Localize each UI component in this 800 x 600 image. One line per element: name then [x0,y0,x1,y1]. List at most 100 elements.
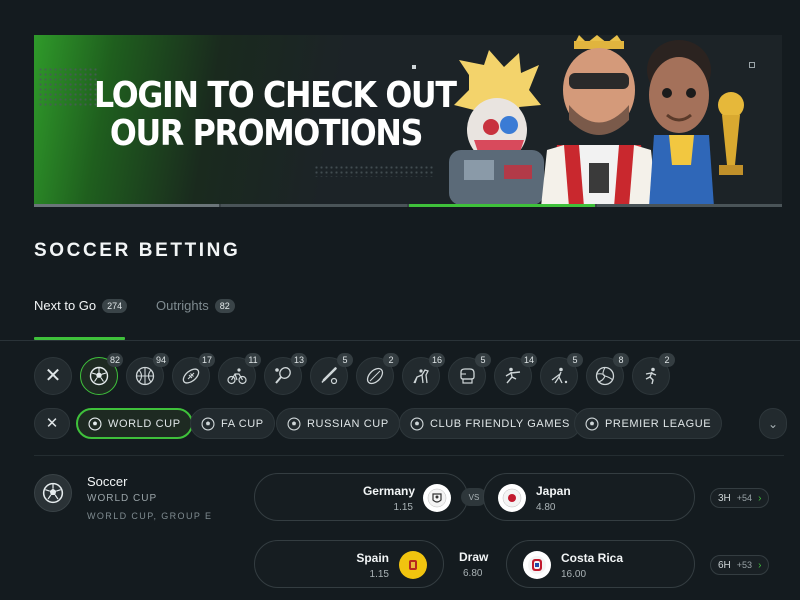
soccer-ball-icon [287,416,301,431]
odds-value: 1.15 [369,569,389,580]
clear-sport-filter-button[interactable]: ✕ [34,357,72,395]
sport-filter-tennis[interactable]: 13 [264,353,307,395]
tab-count-badge: 274 [102,298,128,313]
match-sport-name: Soccer [87,474,128,489]
sport-count-badge: 17 [198,353,215,367]
sport-count-badge: 14 [520,353,537,367]
more-markets-button[interactable]: 6H +53 › [710,555,770,575]
team-name: Japan [536,484,571,498]
carousel-segment[interactable] [221,204,407,207]
sport-count-badge: 2 [659,353,675,367]
promo-banner[interactable]: LOGIN TO CHECK OUT OUR PROMOTIONS [34,35,782,207]
tab-count-badge: 82 [214,298,235,313]
clear-league-filter-button[interactable]: ✕ [34,408,70,439]
odds-value: 6.80 [463,568,483,579]
divider [0,340,800,341]
odds-button-home[interactable]: Germany 1.15 [254,473,468,521]
promo-characters-illustration [449,35,744,205]
decor-square [749,62,755,68]
volleyball-icon [595,366,615,386]
sport-filter-soccer[interactable]: 82 [80,353,123,395]
soccer-ball-icon [585,416,599,431]
league-pill-club-friendly-games[interactable]: CLUB FRIENDLY GAMES [399,408,581,439]
sport-count-badge: 13 [290,353,307,367]
page-title: SOCCER BETTING [34,240,241,261]
team-name: Costa Rica [561,551,624,565]
odds-value: 4.80 [536,502,556,513]
tab-label: Next to Go [34,298,97,313]
decor-dot [412,65,416,69]
divider [34,455,784,456]
team-name: Spain [356,551,389,565]
sport-count-badge: 82 [106,353,123,367]
banner-title-line2: OUR PROMOTIONS [109,113,424,154]
leagues-scroll-button[interactable]: ⌄ [759,408,787,439]
close-icon: ✕ [45,415,59,432]
american-football-icon [182,368,200,384]
martial-arts-icon [505,367,521,384]
league-label: PREMIER LEAGUE [605,417,712,430]
tennis-icon [275,367,291,384]
cycling-icon [227,368,247,385]
league-pill-premier-league[interactable]: PREMIER LEAGUE [574,408,723,439]
sport-filter-martial-arts[interactable]: 14 [494,353,537,395]
sport-filter-rugby[interactable]: 2 [356,353,399,395]
sport-filter-basketball[interactable]: 94 [126,353,169,395]
more-markets-button[interactable]: 3H +54 › [710,488,770,508]
close-icon: ✕ [44,365,62,387]
carousel-segment-active[interactable] [409,204,595,207]
odds-button-draw[interactable]: Draw 6.80 [444,540,506,588]
costa-rica-flag-icon [523,551,551,579]
basketball-icon [135,366,155,386]
odds-button-away[interactable]: Costa Rica 16.00 [506,540,695,588]
baseball-icon [321,367,338,385]
odds-button-away[interactable]: Japan 4.80 [483,473,695,521]
chevron-down-icon: ⌄ [767,416,779,431]
sport-filter-volleyball[interactable]: 8 [586,353,629,395]
league-label: FA CUP [221,417,264,430]
horse-racing-icon [413,369,429,384]
banner-dots-decoration [314,165,434,177]
sport-count-badge: 94 [152,353,169,367]
athletics-icon [645,367,657,385]
tab-next-to-go[interactable]: Next to Go 274 [34,298,128,313]
sport-filter-boxing[interactable]: 5 [448,353,491,395]
sport-filter-cycling[interactable]: 11 [218,353,261,395]
japan-flag-icon [498,484,526,512]
carousel-segment[interactable] [597,204,782,207]
match-start-time: 6H [718,559,731,571]
match-competition: WORLD CUP [87,493,158,504]
rugby-ball-icon [366,367,384,385]
team-name: Germany [362,484,415,498]
sport-count-badge: 5 [475,353,491,367]
odds-button-home[interactable]: Spain 1.15 [254,540,444,588]
draw-label: Draw [459,550,489,564]
tab-label: Outrights [156,298,209,313]
match-start-time: 3H [718,492,731,504]
soccer-ball-icon [88,416,102,431]
chevron-right-icon: › [758,492,762,504]
sport-filter-athletics[interactable]: 2 [632,353,675,395]
banner-title-line1: LOGIN TO CHECK OUT [94,75,457,116]
chevron-right-icon: › [758,559,762,571]
odds-value: 16.00 [561,569,587,580]
league-pill-russian-cup[interactable]: RUSSIAN CUP [276,408,400,439]
sport-count-badge: 5 [337,353,353,367]
match-group-name: WORLD CUP, GROUP E [87,511,213,521]
carousel-segment[interactable] [34,204,219,207]
tab-outrights[interactable]: Outrights 82 [156,298,235,313]
sport-filter-american-football[interactable]: 17 [172,353,215,395]
soccer-ball-icon [89,366,109,386]
sport-count-badge: 5 [567,353,583,367]
soccer-ball-icon [201,416,215,431]
sport-filter-golf[interactable]: 5 [540,353,583,395]
league-pill-world-cup[interactable]: WORLD CUP [76,408,193,439]
league-label: WORLD CUP [108,417,181,430]
league-pill-fa-cup[interactable]: FA CUP [190,408,275,439]
sport-filter-horse-racing[interactable]: 16 [402,353,445,395]
odds-value: 1.15 [393,502,413,513]
spain-flag-icon [399,551,427,579]
boxing-glove-icon [460,368,475,384]
germany-flag-icon [423,484,451,512]
sport-filter-baseball[interactable]: 5 [310,353,353,395]
